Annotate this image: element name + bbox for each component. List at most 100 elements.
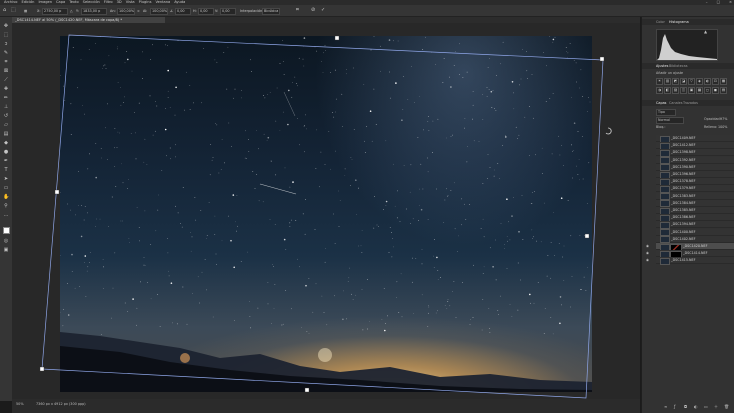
new-group-icon[interactable]: ▭ (704, 404, 708, 409)
visibility-eye-icon[interactable] (646, 230, 652, 234)
layer-name: _DSC1412.NEF (671, 143, 696, 148)
transform-handle-right[interactable] (584, 233, 590, 239)
layer-row[interactable]: _DSC1402.NEF (656, 235, 734, 244)
visibility-eye-icon[interactable] (646, 237, 652, 241)
layer-name: _DSC1390.NEF (671, 164, 696, 169)
tab-paths[interactable]: Trazados (683, 100, 698, 106)
link-layers-icon[interactable]: ∞ (664, 404, 667, 409)
adjustment-icon[interactable]: ◑ (656, 87, 663, 94)
layer-row[interactable]: _DSC1385.NEF (656, 207, 734, 215)
visibility-eye-icon[interactable] (646, 222, 652, 226)
layer-row[interactable]: _DSC1392.NEF (656, 156, 734, 165)
tab-libraries[interactable]: Bibliotecas (669, 63, 688, 69)
transform-handle-bottom[interactable] (304, 387, 310, 393)
layer-kind-filter[interactable]: Tipo (656, 109, 676, 116)
layer-row[interactable]: _DSC1386.NEF (656, 214, 734, 222)
add-mask-icon[interactable]: ◘ (684, 404, 687, 409)
visibility-eye-icon[interactable] (646, 150, 652, 154)
visibility-eye-icon[interactable] (646, 172, 652, 176)
visibility-eye-icon[interactable] (646, 208, 652, 212)
blend-mode-select[interactable]: Normal (656, 117, 684, 124)
adjustments-tabs: Ajustes Bibliotecas (642, 63, 734, 69)
layer-row[interactable]: ◉ _DSC1420.NEF (646, 243, 734, 251)
adjustment-icon[interactable]: ◈ (696, 78, 703, 85)
tab-channels[interactable]: Canales (669, 100, 682, 106)
opacity-input[interactable]: 97% (720, 117, 727, 121)
layer-row[interactable]: _DSC1396.NEF (656, 171, 734, 179)
transform-handle-left[interactable] (54, 189, 60, 195)
adjustment-icon[interactable]: ⊡ (712, 78, 719, 85)
transform-handle-top[interactable] (334, 35, 340, 41)
tab-color[interactable]: Color (656, 19, 665, 25)
adjustment-icon[interactable]: ▦ (720, 78, 727, 85)
visibility-eye-icon[interactable] (646, 215, 652, 219)
zoom-level[interactable]: 50% (16, 402, 24, 406)
tab-histogram[interactable]: Histograma (669, 19, 689, 25)
visibility-eye-icon[interactable] (646, 194, 652, 198)
fill-label: Relleno: (704, 125, 718, 129)
layer-name: _DSC1392.NEF (671, 157, 696, 162)
layer-name: _DSC1402.NEF (671, 236, 696, 241)
adjustment-icon[interactable]: ◐ (704, 78, 711, 85)
layer-row[interactable]: ◉ _DSC1415.NEF (646, 257, 734, 265)
adjustment-icon[interactable]: ▤ (720, 87, 727, 94)
layer-row[interactable]: _DSC1412.NEF (656, 142, 734, 150)
layer-row[interactable]: _DSC1384.NEF (656, 199, 734, 208)
layer-name: _DSC1378.NEF (671, 179, 696, 184)
transform-handle-top-right[interactable] (599, 56, 605, 62)
fill-input[interactable]: 100% (718, 125, 727, 129)
layer-name: _DSC1384.NEF (671, 200, 696, 205)
layer-name: _DSC1400.NEF (671, 229, 696, 234)
adjustment-icon[interactable]: ▣ (688, 87, 695, 94)
layer-row[interactable]: _DSC1400.NEF (656, 228, 734, 237)
adjustment-icon[interactable]: ◻ (704, 87, 711, 94)
adjustment-icon[interactable]: ◪ (680, 78, 687, 85)
layer-name: _DSC1420.NEF (683, 244, 708, 248)
transform-bounding-box[interactable] (0, 0, 734, 413)
layer-row[interactable]: _DSC1394.NEF (656, 221, 734, 229)
layer-row[interactable]: _DSC1390.NEF (656, 163, 734, 172)
warning-icon[interactable]: ▲ (704, 29, 707, 34)
visibility-eye-icon[interactable] (646, 186, 652, 190)
layer-row[interactable]: _DSC1378.NEF (656, 178, 734, 186)
histogram-tabs: Color Histograma (642, 19, 734, 25)
layer-row[interactable]: _DSC1398.NEF (656, 149, 734, 157)
visibility-eye-icon[interactable] (646, 179, 652, 183)
adjustment-icon[interactable]: ☀ (656, 78, 663, 85)
layer-name: _DSC1379.NEF (671, 186, 696, 191)
layer-name: _DSC1414.NEF (683, 251, 708, 256)
adjustment-icon[interactable]: ▩ (696, 87, 703, 94)
new-layer-icon[interactable]: ＋ (714, 404, 718, 410)
histogram (656, 29, 718, 61)
opacity-label: Opacidad: (704, 117, 721, 121)
visibility-eye-icon[interactable] (646, 165, 652, 169)
layer-row[interactable]: ◉ _DSC1414.NEF (646, 250, 734, 258)
tab-adjustments[interactable]: Ajustes (656, 63, 668, 69)
visibility-eye-icon[interactable]: ◉ (646, 251, 652, 255)
trash-icon[interactable]: 🗑 (724, 404, 729, 409)
layer-thumbnail (660, 257, 670, 265)
fx-icon[interactable]: ƒ (674, 404, 675, 409)
adjustment-icon[interactable]: ◫ (680, 87, 687, 94)
transform-handle-bottom-left[interactable] (39, 366, 45, 372)
document-info: 7360 px x 4912 px (300 ppp) (36, 402, 86, 406)
layer-row[interactable]: _DSC1383.NEF (656, 192, 734, 201)
adjustment-icon[interactable]: ▥ (664, 78, 671, 85)
visibility-eye-icon[interactable] (646, 143, 652, 147)
adjustment-layer-icon[interactable]: ◐ (694, 404, 698, 409)
adjustment-icon[interactable]: ◧ (664, 87, 671, 94)
visibility-eye-icon[interactable] (646, 201, 652, 205)
adjustment-icon[interactable]: ◼ (712, 87, 719, 94)
visibility-eye-icon[interactable]: ◉ (646, 258, 652, 262)
layer-row[interactable]: _DSC1379.NEF (656, 185, 734, 193)
adjustment-icon[interactable]: ▽ (688, 78, 695, 85)
visibility-eye-icon[interactable] (646, 136, 652, 140)
layer-name: _DSC1394.NEF (671, 222, 696, 227)
layer-row[interactable]: _DSC1409.NEF (656, 135, 734, 143)
tab-layers[interactable]: Capas (656, 100, 666, 106)
visibility-eye-icon[interactable]: ◉ (646, 244, 652, 248)
adjustment-icon[interactable]: ▨ (672, 87, 679, 94)
visibility-eye-icon[interactable] (646, 158, 652, 162)
add-adjustment-label: Añadir un ajuste (656, 71, 684, 75)
adjustment-icon[interactable]: ◩ (672, 78, 679, 85)
